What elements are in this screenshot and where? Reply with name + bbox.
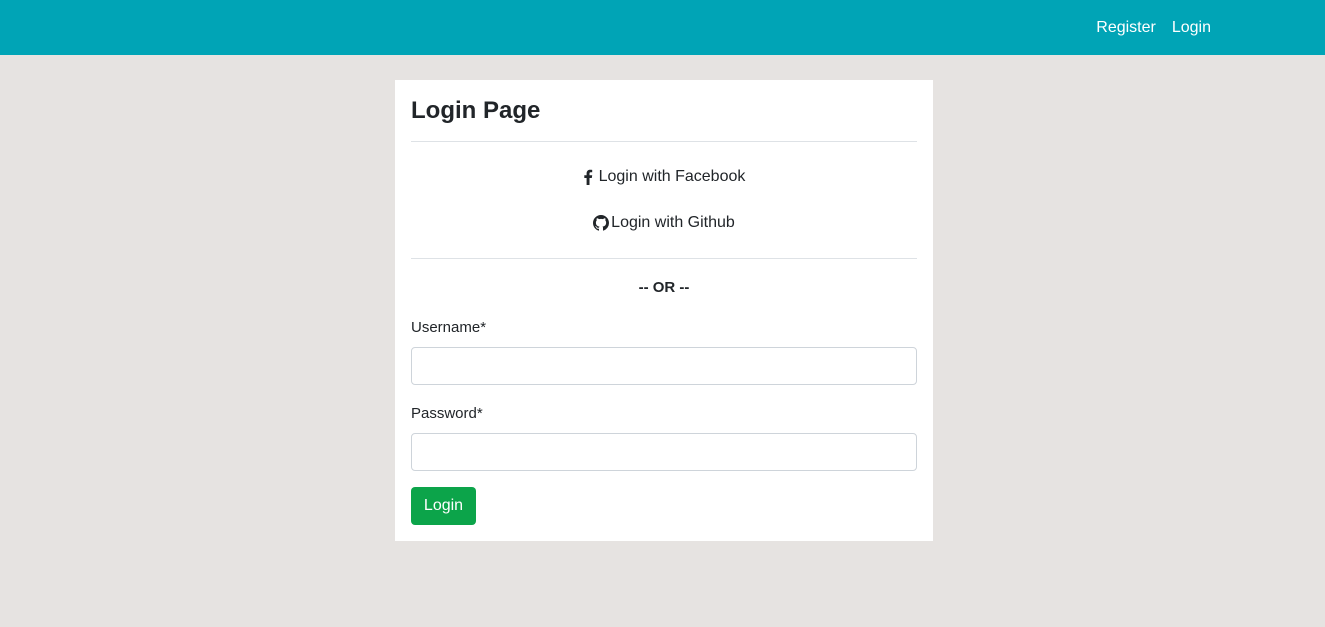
facebook-icon [583,169,593,185]
login-card: Login Page Login with Facebook Login wit… [395,80,933,541]
nav-register-link[interactable]: Register [1096,19,1156,37]
github-icon [593,215,610,231]
social-divider [411,258,917,259]
nav-links: Register Login [1096,0,1211,55]
password-label: Password* [411,405,483,422]
login-submit-button[interactable]: Login [411,487,476,525]
nav-login-link[interactable]: Login [1172,19,1211,37]
username-input[interactable] [411,347,917,385]
top-navbar: Register Login [0,0,1325,55]
username-label: Username* [411,319,487,336]
github-login-label: Login with Github [611,214,735,231]
password-input[interactable] [411,433,917,471]
facebook-login-button[interactable]: Login with Facebook [411,166,917,188]
title-divider [411,141,917,142]
github-login-button[interactable]: Login with Github [411,212,917,234]
page-title: Login Page [411,97,541,124]
or-separator: -- OR -- [638,279,690,296]
facebook-login-label: Login with Facebook [598,168,746,185]
